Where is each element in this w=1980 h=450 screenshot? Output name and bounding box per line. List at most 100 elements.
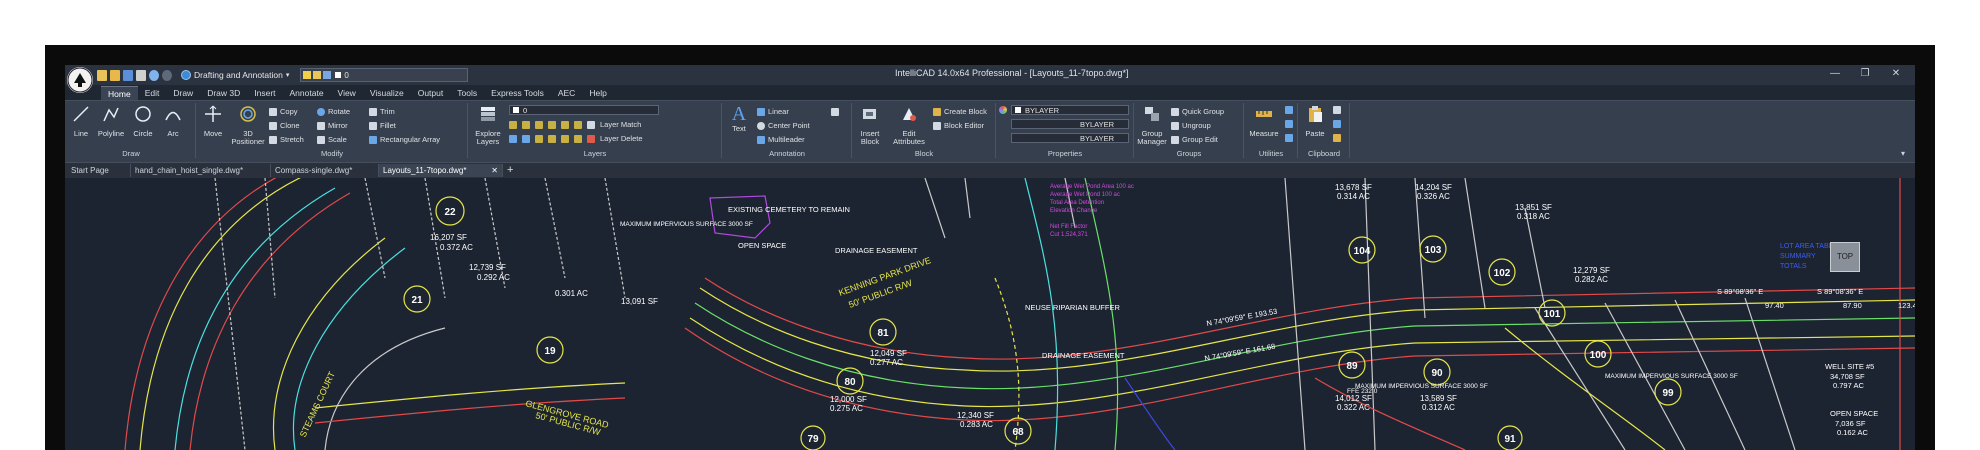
tab-help[interactable]: Help (582, 86, 613, 100)
layer-walk-icon[interactable] (574, 120, 582, 129)
layer-on-icon[interactable] (548, 134, 556, 143)
copy-button[interactable]: Copy (269, 106, 298, 117)
mirror-button[interactable]: Mirror (317, 120, 348, 131)
drawing-canvas[interactable]: Average Wet Pond Area 100 ac Average Wet… (65, 178, 1915, 450)
undo-icon[interactable] (149, 69, 159, 81)
insert-block-button[interactable]: Insert Block (855, 105, 885, 146)
tab-view[interactable]: View (331, 86, 363, 100)
tab-draw[interactable]: Draw (166, 86, 200, 100)
polyline-button[interactable]: Polyline (97, 105, 125, 138)
viewcube-top[interactable]: TOP (1830, 242, 1860, 272)
new-file-icon[interactable] (97, 69, 107, 81)
layers-panel-title[interactable]: Layers (469, 149, 721, 158)
tab-edit[interactable]: Edit (138, 86, 167, 100)
scale-button[interactable]: Scale (317, 134, 347, 145)
layer-match-button[interactable]: Layer Match (600, 120, 641, 129)
block-panel-title[interactable]: Block (853, 149, 995, 158)
workspace-label: Drafting and Annotation (194, 70, 283, 80)
move-button[interactable]: Move (199, 105, 227, 138)
rotate-button[interactable]: Rotate (317, 106, 350, 117)
text-button[interactable]: A Text (725, 104, 753, 133)
draw-panel-title[interactable]: Draw (67, 149, 195, 158)
tab-draw-3d[interactable]: Draw 3D (200, 86, 247, 100)
doc-tab-layouts-topo[interactable]: Layouts_11-7topo.dwg* ✕ (379, 164, 503, 177)
lineweight-dropdown[interactable]: BYLAYER (1011, 133, 1129, 143)
calculator-icon[interactable] (1285, 134, 1293, 142)
groups-panel-title[interactable]: Groups (1135, 149, 1243, 158)
measure-button[interactable]: Measure (1247, 105, 1281, 138)
open-folder-icon[interactable] (110, 69, 120, 81)
properties-panel-title[interactable]: Properties (997, 149, 1133, 158)
create-block-button[interactable]: Create Block (933, 106, 987, 117)
tab-insert[interactable]: Insert (247, 86, 282, 100)
save-icon[interactable] (123, 69, 133, 81)
trim-button[interactable]: Trim (369, 106, 395, 117)
minimize-button[interactable]: — (1824, 67, 1846, 81)
paste-button[interactable]: Paste (1301, 105, 1329, 138)
layer-merge-icon[interactable] (574, 134, 582, 143)
tab-visualize[interactable]: Visualize (363, 86, 411, 100)
copy-clip-icon[interactable] (1333, 120, 1341, 128)
layer-freeze-icon[interactable] (509, 120, 517, 129)
layer-delete-button[interactable]: Layer Delete (600, 134, 643, 143)
color-dropdown[interactable]: BYLAYER (1011, 105, 1129, 115)
arc-button[interactable]: Arc (159, 105, 187, 138)
layer-off-icon[interactable] (522, 120, 530, 129)
tab-aec[interactable]: AEC (551, 86, 582, 100)
explore-layers-button[interactable]: Explore Layers (471, 105, 505, 146)
new-tab-button[interactable]: + (507, 163, 513, 177)
line-button[interactable]: Line (67, 105, 95, 138)
match-properties-icon[interactable] (1333, 134, 1341, 142)
stretch-button[interactable]: Stretch (269, 134, 304, 145)
doc-tab-hand-chain-hoist[interactable]: hand_chain_hoist_single.dwg* (131, 164, 271, 177)
ungroup-button[interactable]: Ungroup (1171, 120, 1211, 131)
layer-dropdown[interactable]: 0 (509, 105, 659, 115)
tab-home[interactable]: Home (101, 86, 138, 100)
layer-unisolate-icon[interactable] (561, 120, 569, 129)
layer-previous-icon[interactable] (509, 134, 517, 143)
linear-dimension-button[interactable]: Linear (757, 106, 789, 117)
modify-panel-title[interactable]: Modify (197, 149, 467, 158)
circle-button[interactable]: Circle (129, 105, 157, 138)
tab-express-tools[interactable]: Express Tools (484, 86, 551, 100)
print-icon[interactable] (136, 69, 146, 81)
ribbon-collapse-icon[interactable]: ▾ (1901, 149, 1905, 158)
center-point-button[interactable]: Center Point (757, 120, 810, 131)
layer-isolate-icon[interactable] (548, 120, 556, 129)
tab-annotate[interactable]: Annotate (283, 86, 331, 100)
group-manager-button[interactable]: Group Manager (1137, 105, 1167, 146)
tab-tools[interactable]: Tools (450, 86, 484, 100)
clipboard-panel-title[interactable]: Clipboard (1299, 149, 1349, 158)
cut-icon[interactable] (1333, 106, 1341, 114)
layer-state-icon[interactable] (522, 134, 530, 143)
restore-button[interactable]: ❐ (1854, 67, 1876, 81)
linetype-dropdown[interactable]: BYLAYER (1011, 119, 1129, 129)
layer-quick-select[interactable]: 0 (300, 68, 469, 82)
app-menu-button[interactable] (67, 67, 93, 93)
utilities-panel-title[interactable]: Utilities (1245, 149, 1297, 158)
3d-positioner-button[interactable]: 3D Positioner (231, 105, 265, 146)
layer-unlock-icon[interactable] (561, 134, 569, 143)
group-edit-button[interactable]: Group Edit (1171, 134, 1218, 145)
workspace-select[interactable]: Drafting and Annotation ▾ (181, 70, 289, 80)
doc-tab-start-page[interactable]: Start Page (67, 164, 131, 177)
layer-thaw-icon[interactable] (535, 134, 543, 143)
annotation-panel-title[interactable]: Annotation (723, 149, 851, 158)
tab-output[interactable]: Output (411, 86, 451, 100)
doc-tab-compass[interactable]: Compass-single.dwg* (271, 164, 379, 177)
fillet-button[interactable]: Fillet (369, 120, 396, 131)
select-all-icon[interactable] (1285, 120, 1293, 128)
group-edit-label: Group Edit (1182, 135, 1218, 144)
clone-button[interactable]: Clone (269, 120, 300, 131)
layer-lock-icon[interactable] (535, 120, 543, 129)
close-button[interactable]: ✕ (1885, 67, 1907, 81)
edit-attributes-button[interactable]: Edit Attributes (889, 105, 929, 146)
table-button[interactable] (831, 106, 839, 117)
close-tab-icon[interactable]: ✕ (491, 164, 498, 177)
multileader-button[interactable]: Multileader (757, 134, 805, 145)
block-editor-button[interactable]: Block Editor (933, 120, 984, 131)
rectangular-array-button[interactable]: Rectangular Array (369, 134, 440, 145)
redo-icon[interactable] (162, 69, 172, 81)
quick-select-icon[interactable] (1285, 106, 1293, 114)
quick-group-button[interactable]: Quick Group (1171, 106, 1224, 117)
